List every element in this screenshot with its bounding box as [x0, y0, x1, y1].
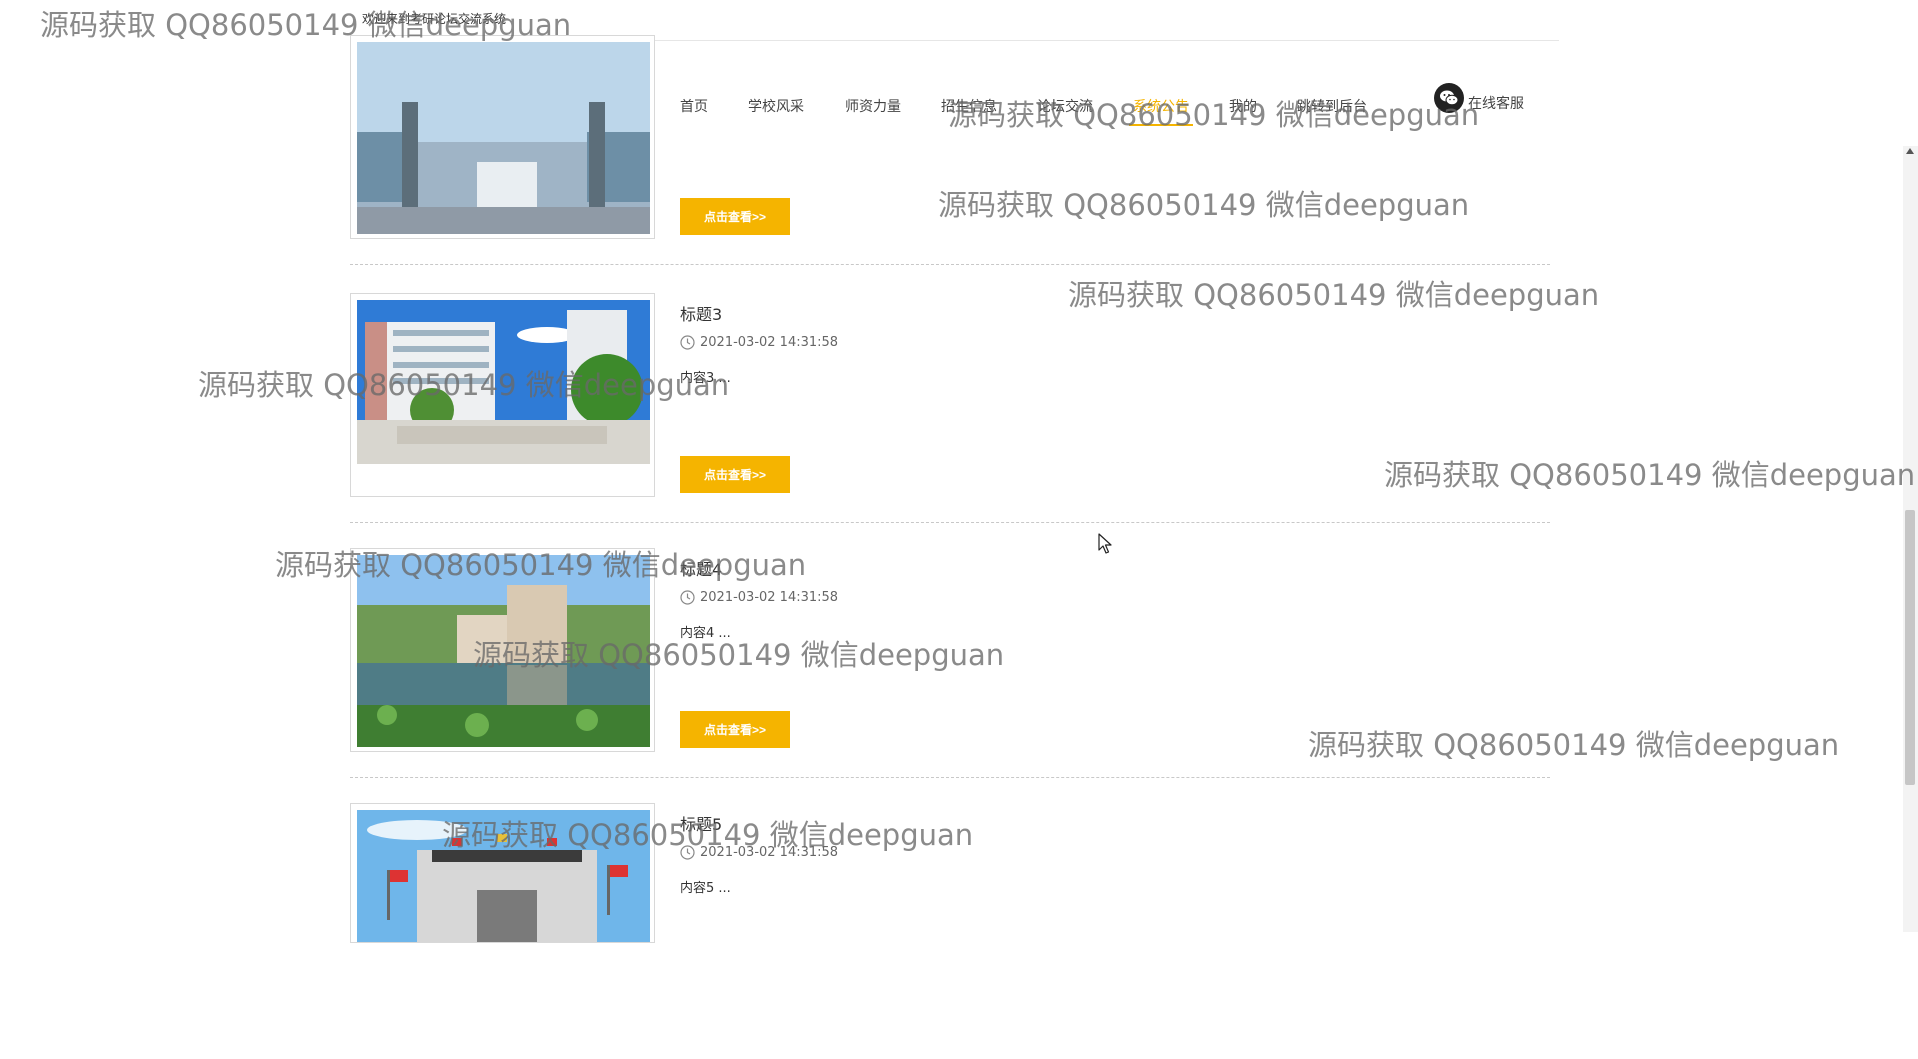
item-date: 2021-03-02 14:31:58: [680, 335, 838, 350]
scrollbar-thumb[interactable]: [1905, 510, 1915, 785]
view-button[interactable]: 点击查看>>: [680, 456, 790, 493]
item-content: 内容3 ...: [680, 371, 731, 386]
item-date-text: 2021-03-02 14:31:58: [700, 590, 839, 605]
item-title[interactable]: 标题5: [680, 811, 722, 835]
item-content: 内容5 ...: [680, 881, 731, 896]
list-divider: [350, 777, 1550, 778]
mouse-cursor-icon: [1098, 533, 1112, 554]
item-date-text: 2021-03-02 14:31:58: [700, 335, 839, 350]
list-item: 点击查看>>: [350, 35, 1550, 291]
list-divider: [350, 522, 1550, 523]
item-date-text: 2021-03-02 14:31:58: [700, 845, 839, 860]
item-thumbnail[interactable]: [350, 293, 655, 497]
welcome-text: 欢迎来到考研论坛交流系统: [362, 12, 507, 26]
item-title[interactable]: 标题3: [680, 301, 722, 325]
scroll-up-arrow-icon[interactable]: [1906, 148, 1914, 154]
list-item: 标题5 2021-03-02 14:31:58 内容5 ...: [350, 803, 1550, 1059]
clock-icon: [680, 845, 695, 860]
item-thumbnail[interactable]: [350, 35, 655, 239]
item-date: 2021-03-02 14:31:58: [680, 845, 838, 860]
item-content: 内容4 ...: [680, 626, 731, 641]
item-date: 2021-03-02 14:31:58: [680, 590, 838, 605]
list-item: 标题4 2021-03-02 14:31:58 内容4 ... 点击查看>>: [350, 548, 1550, 804]
list-item: 标题3 2021-03-02 14:31:58 内容3 ... 点击查看>>: [350, 293, 1550, 549]
item-thumbnail[interactable]: [350, 803, 655, 943]
clock-icon: [680, 335, 695, 350]
view-button[interactable]: 点击查看>>: [680, 711, 790, 748]
view-button[interactable]: 点击查看>>: [680, 198, 790, 235]
clock-icon: [680, 590, 695, 605]
item-title[interactable]: 标题4: [680, 556, 722, 580]
list-divider: [350, 264, 1550, 265]
item-thumbnail[interactable]: [350, 548, 655, 752]
